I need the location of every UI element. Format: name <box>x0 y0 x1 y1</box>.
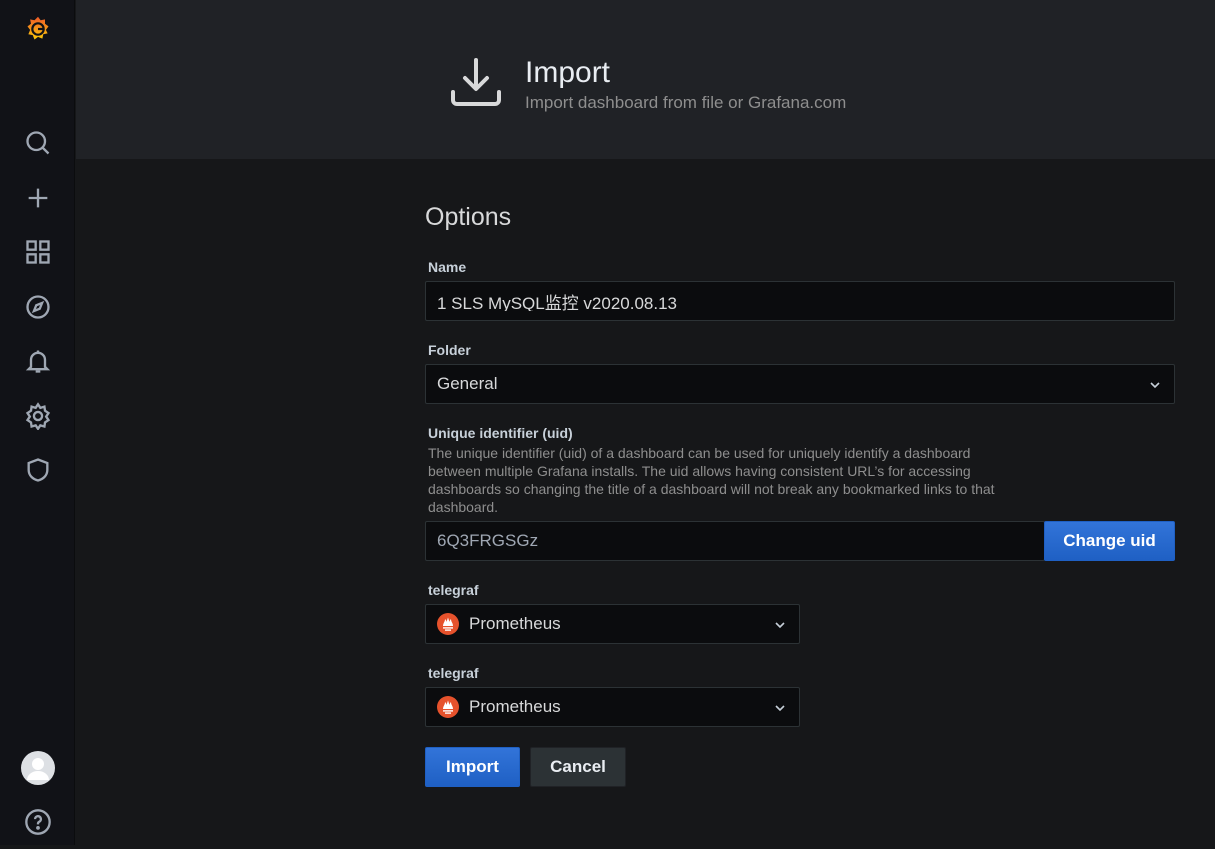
folder-label: Folder <box>428 342 471 358</box>
grafana-logo-icon <box>27 16 48 40</box>
page-header: Import Import dashboard from file or Gra… <box>76 0 1215 159</box>
prometheus-icon <box>437 696 459 718</box>
folder-value: General <box>437 374 498 393</box>
sidebar-item-help[interactable] <box>0 795 75 849</box>
datasource-label: telegraf <box>428 665 479 681</box>
plus-icon <box>28 188 47 208</box>
sidebar-item-server-admin[interactable] <box>0 443 75 497</box>
name-field[interactable] <box>425 281 1175 321</box>
sidebar-item-search[interactable] <box>0 116 75 170</box>
folder-select[interactable]: General <box>425 364 1175 404</box>
search-icon <box>25 131 49 155</box>
bell-icon <box>25 350 50 373</box>
import-icon <box>451 58 501 106</box>
explore-icon <box>25 295 50 319</box>
prometheus-icon <box>437 613 459 635</box>
sidebar-item-dashboards[interactable] <box>0 225 75 279</box>
uid-field[interactable] <box>425 521 1045 561</box>
section-title: Options <box>425 203 512 231</box>
cancel-button[interactable]: Cancel <box>530 747 626 787</box>
chevron-down-icon <box>775 622 785 629</box>
page-subtitle: Import dashboard from file or Grafana.co… <box>525 93 847 112</box>
chevron-down-icon <box>1150 382 1160 389</box>
uid-description: The unique identifier (uid) of a dashboa… <box>428 445 995 515</box>
gear-icon <box>25 402 50 430</box>
name-label: Name <box>428 259 467 275</box>
name-input[interactable] <box>437 291 1174 311</box>
grafana-logo[interactable] <box>0 2 75 56</box>
help-icon <box>24 809 51 835</box>
sidebar-item-configuration[interactable] <box>0 389 75 443</box>
avatar <box>20 751 55 785</box>
datasource-value: Prometheus <box>469 697 561 716</box>
uid-label: Unique identifier (uid) <box>428 425 573 441</box>
chevron-down-icon <box>775 705 785 712</box>
datasource-label: telegraf <box>428 582 479 598</box>
shield-icon <box>27 458 48 482</box>
datasource-select[interactable]: Prometheus <box>425 687 800 727</box>
dashboards-icon <box>25 240 50 264</box>
sidebar-item-explore[interactable] <box>0 280 75 334</box>
sidebar-item-create[interactable] <box>0 171 75 225</box>
uid-input[interactable] <box>437 531 1044 551</box>
import-button[interactable]: Import <box>425 747 520 787</box>
change-uid-button[interactable]: Change uid <box>1044 521 1175 561</box>
datasource-select[interactable]: Prometheus <box>425 604 800 644</box>
sidebar-item-profile[interactable] <box>0 741 75 795</box>
page-title: Import <box>525 56 611 89</box>
sidebar-item-alerting[interactable] <box>0 334 75 388</box>
sidebar <box>0 0 75 845</box>
datasource-value: Prometheus <box>469 614 561 633</box>
